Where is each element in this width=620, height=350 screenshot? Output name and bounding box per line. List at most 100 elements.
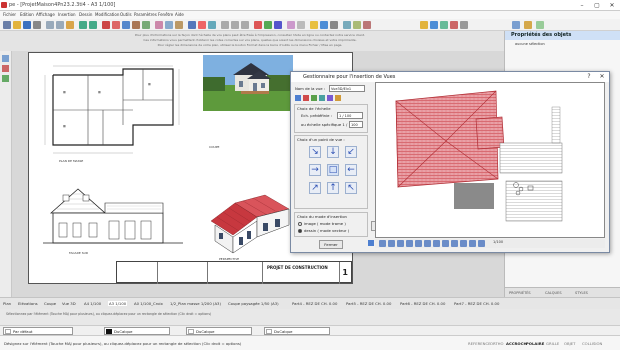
menu-outils[interactable]: Outils [120, 11, 132, 19]
snap-icon[interactable] [274, 21, 282, 29]
preview-refresh-icon[interactable] [442, 240, 449, 247]
view-s-arrow-icon[interactable]: ↑ [327, 182, 339, 194]
tab-coupe-paysagee[interactable]: Coupe paysagée 1/50 (A3) [228, 301, 279, 306]
view-edit-icon[interactable] [327, 95, 333, 101]
tab-vue-3d[interactable]: Vue 3D [62, 301, 76, 306]
style-combo[interactable]: Par défaut [3, 327, 73, 335]
dimension-icon[interactable] [155, 21, 163, 29]
maximize-button[interactable]: ▢ [590, 1, 604, 10]
edit-tool-icon[interactable] [2, 75, 9, 82]
redo-icon[interactable] [89, 21, 97, 29]
preview-grid-icon[interactable] [469, 240, 476, 247]
pan-icon[interactable] [241, 21, 249, 29]
menu-parametres[interactable]: Paramètres [134, 11, 157, 19]
view-n-arrow-icon[interactable]: ↓ [327, 146, 339, 158]
menu-modification[interactable]: Modification [95, 11, 119, 19]
mode-ortho[interactable]: ORTHO [490, 341, 504, 346]
view-preview[interactable] [375, 82, 605, 238]
undo-icon[interactable] [79, 21, 87, 29]
camera-icon[interactable] [208, 21, 216, 29]
view-name-field[interactable]: Vue3D/Elv1 [329, 85, 365, 92]
mode-vector-radio[interactable] [298, 229, 302, 233]
zoom-out-icon[interactable] [231, 21, 239, 29]
dialog-help-button[interactable]: ? [583, 72, 595, 82]
options-icon[interactable] [460, 21, 468, 29]
menu-aide[interactable]: Aide [175, 11, 184, 19]
door-icon[interactable] [132, 21, 140, 29]
tab-part5[interactable]: Part5 - REZ DE CH. 0.00 [346, 301, 391, 306]
catalog-icon[interactable] [420, 21, 428, 29]
tab-plan[interactable]: Plan [3, 301, 11, 306]
roof-plan-preview[interactable] [376, 83, 606, 239]
settings-gear-icon[interactable] [330, 21, 338, 29]
dialog-close-text-button[interactable]: Fermer [319, 240, 343, 249]
view-delete-icon[interactable] [303, 95, 309, 101]
preview-zoom-out-icon[interactable] [388, 240, 395, 247]
tab-part7[interactable]: Part7 - REZ DE CH. 0.00 [454, 301, 499, 306]
menu-fichier[interactable]: Fichier [3, 11, 16, 19]
menu-dessin[interactable]: Dessin [79, 11, 92, 19]
zoom-in-icon[interactable] [221, 21, 229, 29]
grid-icon[interactable] [264, 21, 272, 29]
close-window-button[interactable]: ✕ [605, 1, 619, 10]
furniture-icon[interactable] [175, 21, 183, 29]
menu-edition[interactable]: Edition [20, 11, 34, 19]
view-se-arrow-icon[interactable]: ↖ [345, 182, 357, 194]
mode-accroch[interactable]: ACCROCH [506, 341, 527, 346]
stairs-icon[interactable] [142, 21, 150, 29]
render-photo[interactable] [203, 55, 293, 111]
minimize-button[interactable]: – [575, 1, 589, 10]
tab-a0[interactable]: A0 1/100_Croix [134, 301, 163, 306]
preview-zoom-all-icon[interactable] [406, 240, 413, 247]
panel-folder-icon[interactable] [524, 21, 532, 29]
mode-polaire[interactable]: POLAIRE [526, 341, 544, 346]
tab-elevations[interactable]: Elévations [18, 301, 38, 306]
view-copy-icon[interactable] [319, 95, 325, 101]
preview-pan-icon[interactable] [415, 240, 422, 247]
dialog-close-button[interactable]: ✕ [596, 72, 608, 82]
cut-icon[interactable] [46, 21, 54, 29]
paste-icon[interactable] [66, 21, 74, 29]
terrain-icon[interactable] [440, 21, 448, 29]
tab-plan-masse[interactable]: 1/2_Plan masse 1/200 (A3) [170, 301, 221, 306]
properties-icon[interactable] [297, 21, 305, 29]
tab-styles[interactable]: STYLES [575, 291, 588, 295]
import-icon[interactable] [353, 21, 361, 29]
help-icon[interactable] [363, 21, 371, 29]
roof-icon[interactable] [112, 21, 120, 29]
floor-plan-drawing[interactable]: ■ ■ ■ ■ [43, 65, 183, 157]
title-block[interactable]: PROJET DE CONSTRUCTION 1 [116, 261, 352, 284]
view-3d-icon[interactable] [188, 21, 196, 29]
menu-affichage[interactable]: Affichage [36, 11, 55, 19]
panel-toggle-icon[interactable] [512, 21, 520, 29]
tab-a3-active[interactable]: A3 1/100 [108, 301, 128, 306]
materials-icon[interactable] [430, 21, 438, 29]
render-icon[interactable] [198, 21, 206, 29]
facade-drawing[interactable] [43, 183, 183, 249]
view-rename-icon[interactable] [335, 95, 341, 101]
draw-tool-icon[interactable] [2, 65, 9, 72]
color-combo[interactable]: DuCalque [104, 327, 170, 335]
mode-grille[interactable]: GRILLE [546, 341, 559, 346]
open-folder-icon[interactable] [13, 21, 21, 29]
select-tool-icon[interactable] [2, 55, 9, 62]
tab-proprietes[interactable]: PROPRIÉTÉS [509, 291, 531, 295]
tab-calques[interactable]: CALQUES [545, 291, 562, 295]
view-e-arrow-icon[interactable]: ← [345, 164, 357, 176]
save-icon[interactable] [23, 21, 31, 29]
view-top-icon[interactable]: □ [327, 164, 339, 176]
view-ne-arrow-icon[interactable]: ↙ [345, 146, 357, 158]
menu-fenetre[interactable]: Fenêtre [158, 11, 173, 19]
lineweight-combo[interactable]: DuCalque [264, 327, 330, 335]
menu-insertion[interactable]: Insertion [58, 11, 76, 19]
layer-icon[interactable] [254, 21, 262, 29]
specific-scale-field[interactable]: 100 [349, 121, 363, 128]
view-nw-arrow-icon[interactable]: ↘ [309, 146, 321, 158]
mode-reference[interactable]: REFERENCE [468, 341, 491, 346]
mode-objet[interactable]: OBJET [564, 341, 575, 346]
preview-light-icon[interactable] [451, 240, 458, 247]
export-icon[interactable] [343, 21, 351, 29]
panel-refresh-icon[interactable] [536, 21, 544, 29]
print-icon[interactable] [33, 21, 41, 29]
view-folder-icon[interactable] [295, 95, 301, 101]
